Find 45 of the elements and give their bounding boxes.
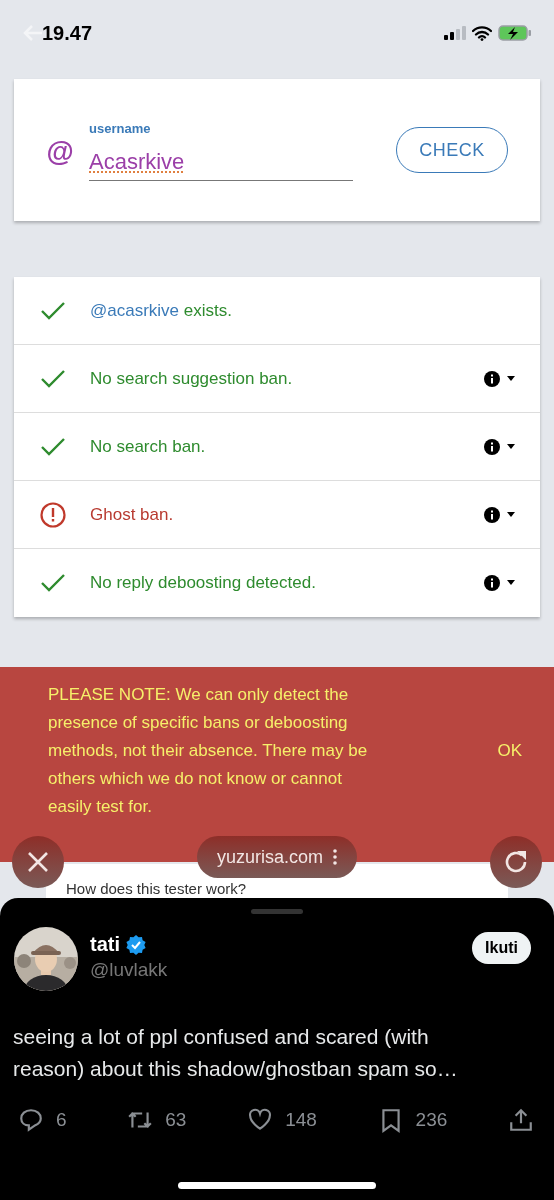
grabber-handle[interactable] — [251, 909, 303, 914]
check-button[interactable]: CHECK — [396, 127, 508, 173]
heart-icon[interactable] — [247, 1107, 274, 1133]
caret-down-icon[interactable] — [506, 580, 516, 586]
caret-down-icon[interactable] — [506, 375, 516, 382]
more-icon[interactable] — [333, 849, 337, 865]
info-icon[interactable] — [484, 370, 500, 387]
follow-button[interactable]: Ikuti — [472, 932, 531, 964]
wifi-icon — [472, 25, 492, 41]
username-field[interactable]: Acasrkive — [89, 144, 353, 181]
reload-icon — [503, 849, 529, 875]
action-count: 63 — [165, 1109, 187, 1131]
checkmark-icon — [40, 368, 66, 389]
user-handle: @luvlakk — [90, 959, 168, 981]
info-icon[interactable] — [484, 438, 500, 455]
result-text: Ghost ban. — [90, 504, 174, 525]
checkmark-icon — [40, 573, 66, 593]
info-icon[interactable] — [484, 575, 500, 591]
checkmark-icon — [40, 436, 66, 457]
alert-circle-icon — [40, 501, 66, 528]
at-prefix: @ — [46, 136, 74, 168]
result-text: No reply deboosting detected. — [90, 573, 316, 593]
caret-down-icon[interactable] — [506, 511, 516, 518]
caret-down-icon[interactable] — [506, 443, 516, 450]
action-count: 6 — [56, 1109, 67, 1131]
faq-title: How does this tester work? — [66, 880, 247, 897]
result-text: No search ban. — [90, 436, 206, 457]
action-count: 148 — [285, 1109, 317, 1131]
user-name: tati — [90, 933, 120, 956]
close-icon — [27, 851, 49, 873]
action-count: 236 — [415, 1109, 448, 1131]
reply-icon[interactable] — [18, 1107, 44, 1133]
result-text: @acasrkive exists. — [90, 300, 232, 321]
post-text: seeing a lot of ppl confused and scared (with reason) about this shadow/ghostban spam so… — [13, 1024, 459, 1082]
url-bar[interactable]: yuzurisa.com — [197, 836, 357, 878]
checkmark-icon — [40, 300, 66, 321]
clock-time: 19.47 — [42, 21, 93, 45]
info-icon[interactable] — [484, 506, 500, 523]
battery-charging-icon — [498, 25, 532, 41]
signal-icon — [444, 26, 466, 40]
field-label: username — [89, 121, 152, 136]
share-icon[interactable] — [508, 1107, 534, 1133]
result-text: No search suggestion ban. — [90, 368, 293, 389]
notice-text: PLEASE NOTE: We can only detect the presence of specific bans or deboosting methods, not their absence. There may be others which we do not know or cannot easily test for. — [48, 683, 369, 818]
ok-button[interactable]: OK — [491, 739, 528, 762]
